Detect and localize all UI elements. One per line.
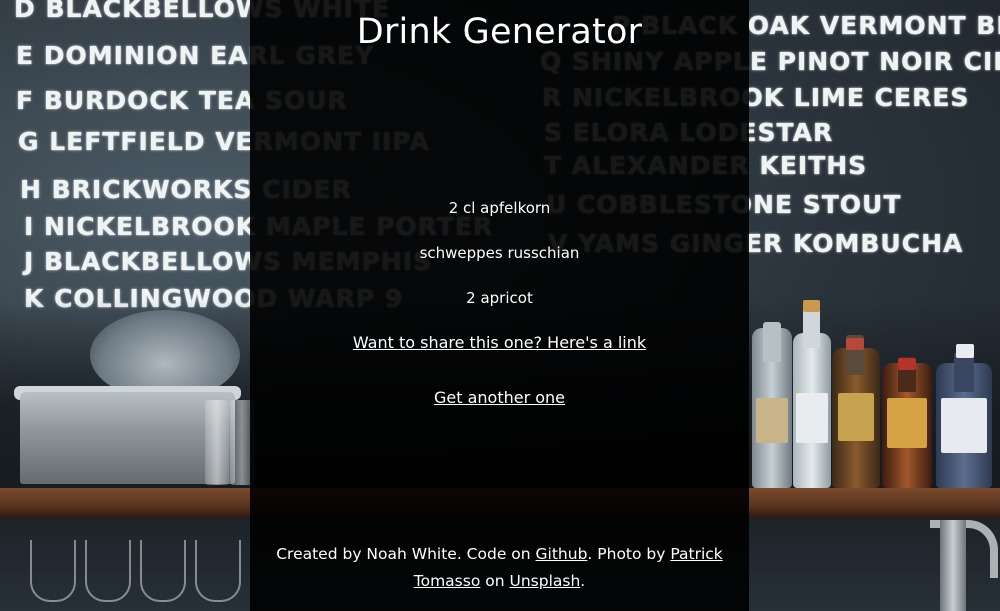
bottle-neck	[763, 322, 781, 362]
get-another-link[interactable]: Get another one	[434, 388, 565, 407]
glass	[140, 540, 186, 602]
bottle-label	[756, 398, 788, 443]
steel-tray	[20, 392, 235, 484]
bottle	[793, 333, 831, 488]
page-title: Drink Generator	[356, 12, 643, 52]
bottle-label	[887, 398, 927, 448]
bottle-cap	[803, 300, 820, 312]
github-link[interactable]: Github	[536, 545, 588, 563]
bottle-label	[941, 398, 987, 453]
ingredient-item: 2 cl apfelkorn	[448, 199, 551, 217]
credits-text: . Photo by	[587, 545, 671, 563]
credits-text: .	[580, 572, 586, 590]
credits-footer: Created by Noah White. Code on Github. P…	[258, 541, 741, 595]
glass	[85, 540, 131, 602]
content-panel: Drink Generator 2 cl apfelkorn schweppes…	[250, 0, 749, 611]
bottle-neck	[803, 308, 820, 348]
beer-tap	[940, 520, 966, 611]
share-link[interactable]: Want to share this one? Here's a link	[353, 333, 646, 352]
page: D BLACKBELLOWS WHITE E DOMINION EARL GRE…	[0, 0, 1000, 611]
bottle-cap	[846, 338, 864, 350]
credits-text: Created by Noah White. Code on	[276, 545, 536, 563]
ingredient-item: schweppes russchian	[419, 244, 580, 262]
ingredient-item: 2 apricot	[466, 289, 533, 307]
glass	[205, 400, 229, 485]
bottle-cap	[898, 358, 916, 370]
glass	[30, 540, 76, 602]
glass	[195, 540, 241, 602]
bottle-cap	[956, 344, 974, 358]
share-section: Want to share this one? Here's a link	[250, 333, 749, 352]
regenerate-section: Get another one	[250, 388, 749, 407]
bottle-neck	[954, 352, 974, 392]
bottle-label	[796, 393, 828, 443]
bottle-label	[838, 393, 874, 441]
unsplash-link[interactable]: Unsplash	[510, 572, 581, 590]
ingredient-list: 2 cl apfelkorn schweppes russchian 2 apr…	[250, 197, 749, 332]
credits-text: on	[480, 572, 510, 590]
